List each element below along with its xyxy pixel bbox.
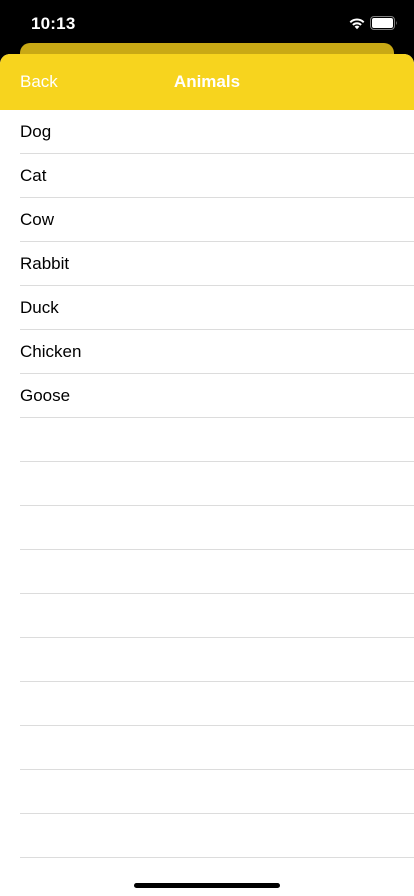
screen: 10:13 Back Animals Dog Cat Cow Rabbit Du… xyxy=(0,0,414,896)
status-bar: 10:13 xyxy=(0,0,414,48)
modal-sheet: Back Animals Dog Cat Cow Rabbit Duck Chi… xyxy=(0,54,414,896)
empty-row xyxy=(0,814,414,858)
list-item[interactable]: Goose xyxy=(0,374,414,418)
list-item[interactable]: Cow xyxy=(0,198,414,242)
status-time: 10:13 xyxy=(31,14,76,33)
empty-row xyxy=(0,550,414,594)
navigation-bar: Back Animals xyxy=(0,54,414,110)
list-item-label: Duck xyxy=(20,298,59,317)
list-item-label: Dog xyxy=(20,122,52,141)
animal-list: Dog Cat Cow Rabbit Duck Chicken Goose xyxy=(0,110,414,896)
list-item[interactable]: Chicken xyxy=(0,330,414,374)
empty-row xyxy=(0,726,414,770)
wifi-icon xyxy=(349,18,365,30)
home-indicator[interactable] xyxy=(134,883,280,888)
empty-row xyxy=(0,462,414,506)
empty-row xyxy=(0,506,414,550)
empty-row xyxy=(0,770,414,814)
list-item[interactable]: Cat xyxy=(0,154,414,198)
empty-row xyxy=(0,858,414,896)
empty-row xyxy=(0,418,414,462)
list-item-label: Chicken xyxy=(20,342,82,361)
list-item[interactable]: Duck xyxy=(0,286,414,330)
empty-row xyxy=(0,682,414,726)
battery-icon xyxy=(370,16,397,30)
empty-row xyxy=(0,594,414,638)
page-title: Animals xyxy=(173,72,241,91)
list-item-label: Cat xyxy=(20,166,47,185)
back-button[interactable]: Back xyxy=(20,72,58,92)
list-item-label: Rabbit xyxy=(20,254,70,273)
list-item-label: Cow xyxy=(20,210,55,229)
empty-row xyxy=(0,638,414,682)
list-item[interactable]: Rabbit xyxy=(0,242,414,286)
list-item[interactable]: Dog xyxy=(0,110,414,154)
list-item-label: Goose xyxy=(20,386,71,405)
